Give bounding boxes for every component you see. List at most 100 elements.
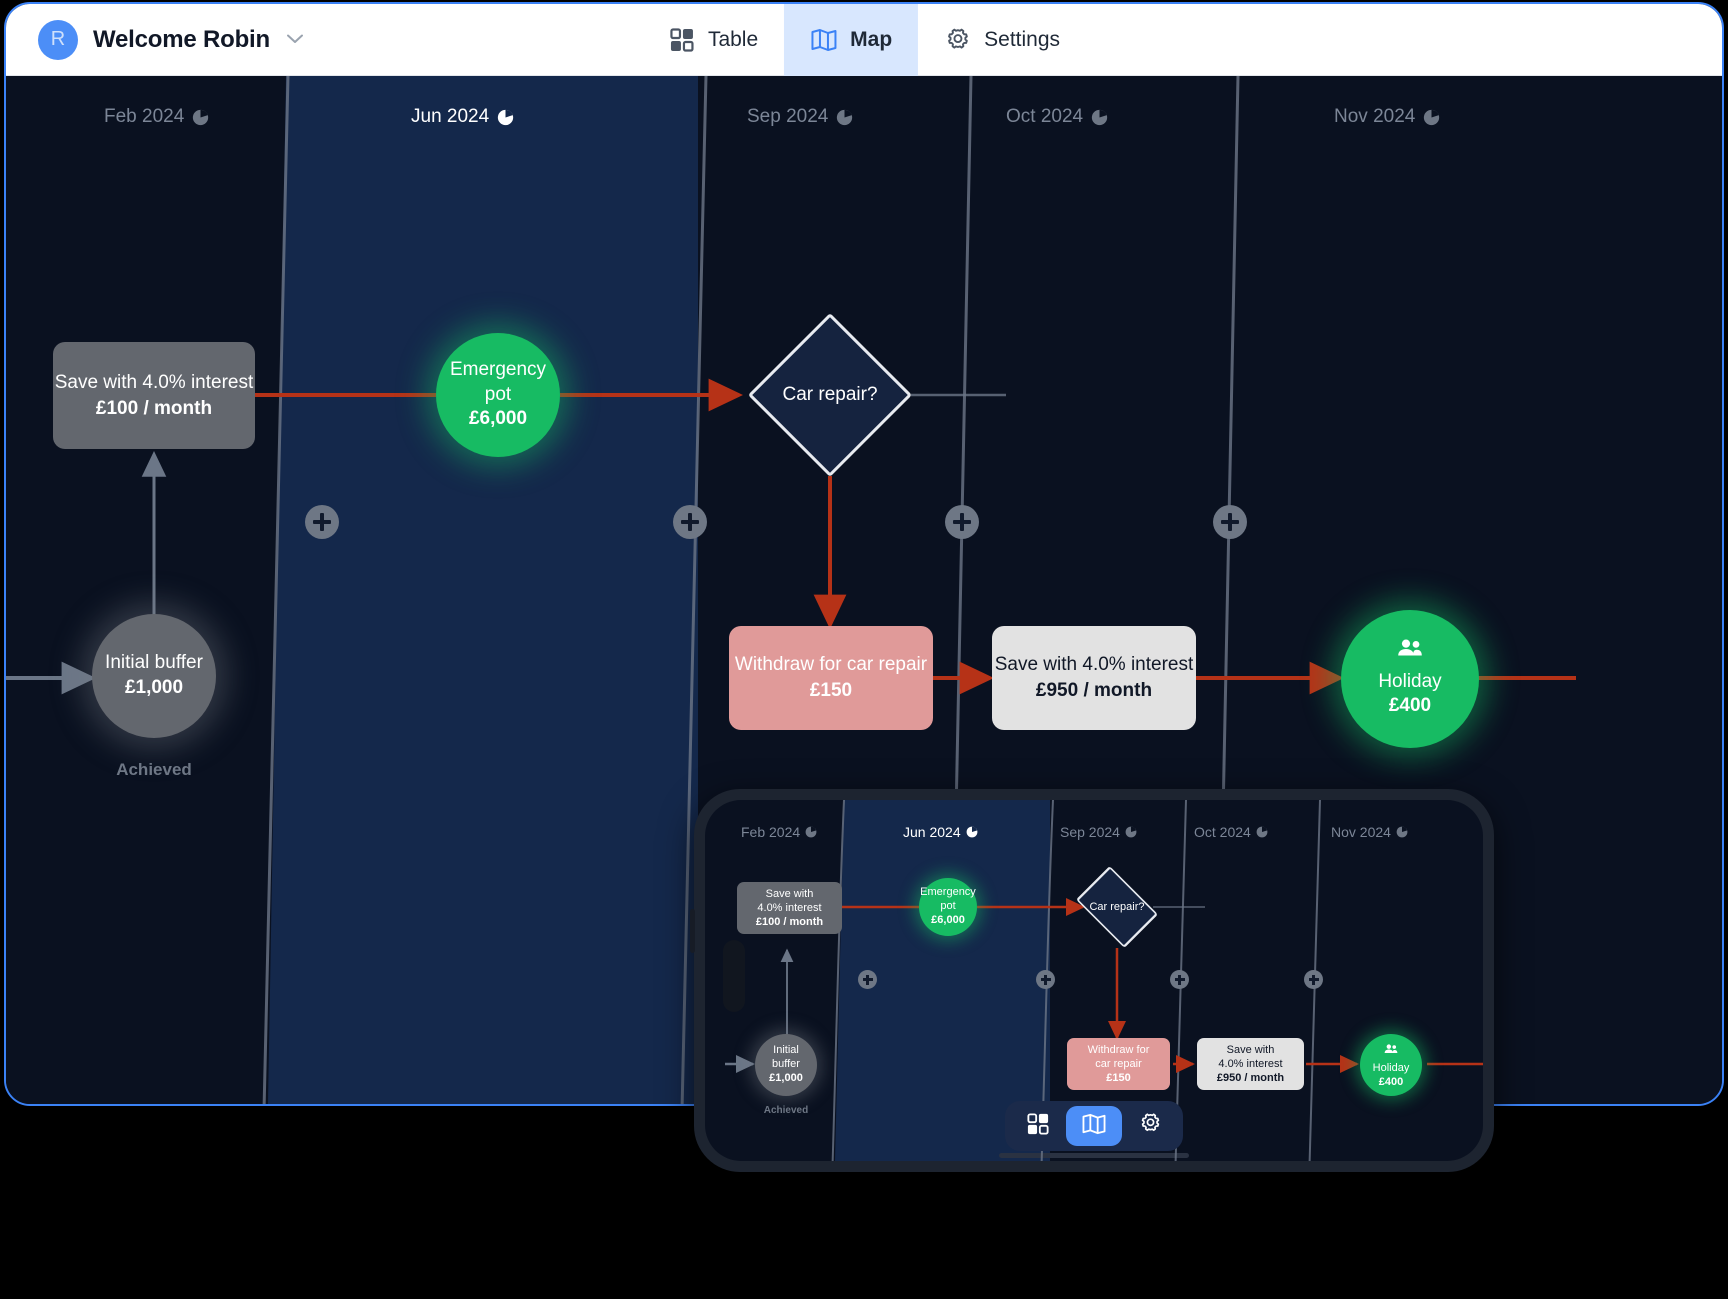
node-label: Holiday bbox=[1372, 1062, 1410, 1075]
phone-node-status-achieved: Achieved bbox=[763, 1105, 809, 1116]
node-value: £150 bbox=[1106, 1072, 1131, 1085]
node-emergency-pot[interactable]: Emergency pot £6,000 bbox=[436, 333, 560, 457]
month-label-jun: Jun 2024 bbox=[411, 106, 514, 128]
pie-chart-icon bbox=[1424, 109, 1440, 125]
phone-month-label-sep: Sep 2024 bbox=[1060, 824, 1137, 840]
node-label-2: 4.0% interest bbox=[1218, 1057, 1283, 1070]
node-label-2: 4.0% interest bbox=[757, 901, 822, 914]
node-value: £950 / month bbox=[1035, 680, 1153, 701]
tab-map[interactable]: Map bbox=[784, 4, 919, 76]
map-icon bbox=[810, 26, 838, 54]
phone-side-button bbox=[690, 909, 695, 953]
node-label: Initial buffer bbox=[105, 652, 203, 674]
node-value: £1,000 bbox=[124, 677, 184, 698]
map-icon bbox=[1081, 1113, 1107, 1140]
node-label-2: pot bbox=[940, 900, 956, 913]
node-label-2: buffer bbox=[772, 1058, 800, 1071]
node-label: Car repair? bbox=[1089, 901, 1145, 913]
main-tabs: Table Map Settings bbox=[642, 4, 1086, 76]
node-label: Holiday bbox=[1378, 670, 1442, 692]
node-save-interest-2[interactable]: Save with 4.0% interest £950 / month bbox=[992, 626, 1196, 730]
pie-chart-icon bbox=[1125, 826, 1137, 838]
page-title: Welcome Robin bbox=[93, 25, 270, 53]
node-value: £400 bbox=[1378, 1076, 1404, 1088]
node-holiday[interactable]: Holiday £400 bbox=[1341, 610, 1479, 748]
phone-add-node-button[interactable] bbox=[1304, 970, 1323, 989]
node-value: £1,000 bbox=[769, 1071, 803, 1084]
phone-month-label-oct: Oct 2024 bbox=[1194, 824, 1268, 840]
phone-month-label-jun: Jun 2024 bbox=[903, 824, 978, 840]
tab-settings-label: Settings bbox=[984, 28, 1061, 51]
top-bar: R Welcome Robin Table Map Settings bbox=[6, 4, 1722, 76]
add-node-button[interactable] bbox=[305, 505, 339, 539]
node-status-achieved: Achieved bbox=[116, 760, 192, 779]
node-car-repair-decision[interactable]: Car repair? bbox=[747, 312, 913, 478]
pie-chart-icon bbox=[1091, 109, 1108, 125]
phone-screen[interactable]: Feb 2024 Jun 2024 Sep 2024 Oct 2024 Nov … bbox=[705, 800, 1483, 1161]
phone-tab-settings[interactable] bbox=[1122, 1106, 1178, 1146]
phone-node-emergency-pot[interactable]: Emergency pot £6,000 bbox=[919, 878, 977, 936]
avatar: R bbox=[38, 19, 78, 60]
phone-add-node-button[interactable] bbox=[1170, 970, 1189, 989]
phone-notch bbox=[723, 940, 745, 1012]
tab-map-label: Map bbox=[850, 28, 893, 51]
tab-table[interactable]: Table bbox=[642, 4, 784, 76]
node-value: £100 / month bbox=[95, 397, 213, 419]
phone-node-save-interest-2[interactable]: Save with 4.0% interest £950 / month bbox=[1197, 1038, 1304, 1090]
add-node-button[interactable] bbox=[945, 505, 979, 539]
phone-node-initial-buffer[interactable]: Initial buffer £1,000 bbox=[755, 1034, 817, 1096]
phone-node-withdraw-car-repair[interactable]: Withdraw for car repair £150 bbox=[1067, 1038, 1170, 1090]
node-label: Initial bbox=[773, 1044, 799, 1057]
phone-add-node-button[interactable] bbox=[1036, 970, 1055, 989]
node-save-interest-1[interactable]: Save with 4.0% interest £100 / month bbox=[53, 342, 255, 449]
phone-tab-table[interactable] bbox=[1010, 1106, 1066, 1146]
phone-add-node-button[interactable] bbox=[858, 970, 877, 989]
node-value: £150 bbox=[809, 680, 853, 701]
phone-node-car-repair-decision[interactable]: Car repair? bbox=[1075, 865, 1159, 949]
screen-root: R Welcome Robin Table Map Settings Feb 2… bbox=[0, 0, 1728, 1299]
pie-chart-icon bbox=[837, 109, 853, 125]
node-value: £950 / month bbox=[1216, 1072, 1285, 1085]
node-label: Save with bbox=[1226, 1043, 1275, 1056]
month-label-feb: Feb 2024 bbox=[104, 106, 209, 128]
add-node-button[interactable] bbox=[673, 505, 707, 539]
month-label-oct: Oct 2024 bbox=[1006, 106, 1108, 128]
brand-area[interactable]: R Welcome Robin bbox=[6, 19, 303, 60]
node-value: £6,000 bbox=[468, 408, 528, 430]
phone-month-label-feb: Feb 2024 bbox=[741, 824, 817, 840]
pie-chart-icon bbox=[1396, 826, 1408, 838]
people-icon bbox=[1397, 639, 1423, 664]
phone-tab-map[interactable] bbox=[1066, 1106, 1122, 1146]
grid-icon bbox=[1027, 1112, 1049, 1140]
gear-icon bbox=[944, 26, 972, 54]
add-node-button[interactable] bbox=[1213, 505, 1247, 539]
node-initial-buffer[interactable]: Initial buffer £1,000 bbox=[92, 614, 216, 738]
grid-icon bbox=[668, 26, 696, 54]
node-label: Car repair? bbox=[782, 384, 878, 405]
phone-mockup: Feb 2024 Jun 2024 Sep 2024 Oct 2024 Nov … bbox=[690, 789, 1494, 1172]
pie-chart-icon bbox=[498, 109, 514, 125]
phone-node-save-interest-1[interactable]: Save with 4.0% interest £100 / month bbox=[737, 882, 842, 934]
phone-month-label-nov: Nov 2024 bbox=[1331, 824, 1408, 840]
gear-icon bbox=[1139, 1112, 1162, 1140]
pie-chart-icon bbox=[805, 826, 817, 838]
month-label-sep: Sep 2024 bbox=[747, 106, 853, 128]
phone-node-holiday[interactable]: Holiday £400 bbox=[1360, 1034, 1422, 1096]
node-label: Withdraw for car repair bbox=[734, 654, 928, 676]
node-label: Emergency bbox=[920, 886, 976, 899]
phone-home-indicator bbox=[999, 1153, 1189, 1158]
pie-chart-icon bbox=[966, 826, 978, 838]
node-label-2: car repair bbox=[1095, 1057, 1142, 1070]
people-icon bbox=[1384, 1040, 1398, 1060]
node-label: Save with 4.0% interest bbox=[54, 371, 254, 393]
node-label: Emergency pot bbox=[449, 358, 547, 405]
tab-table-label: Table bbox=[707, 28, 759, 51]
node-label: Withdraw for bbox=[1087, 1043, 1150, 1056]
node-value: £400 bbox=[1388, 695, 1432, 717]
node-value: £6,000 bbox=[931, 913, 965, 926]
chevron-down-icon[interactable] bbox=[286, 31, 303, 48]
node-withdraw-car-repair[interactable]: Withdraw for car repair £150 bbox=[729, 626, 933, 730]
pie-chart-icon bbox=[1256, 826, 1268, 838]
phone-tab-bar bbox=[1005, 1101, 1183, 1151]
tab-settings[interactable]: Settings bbox=[918, 4, 1086, 76]
